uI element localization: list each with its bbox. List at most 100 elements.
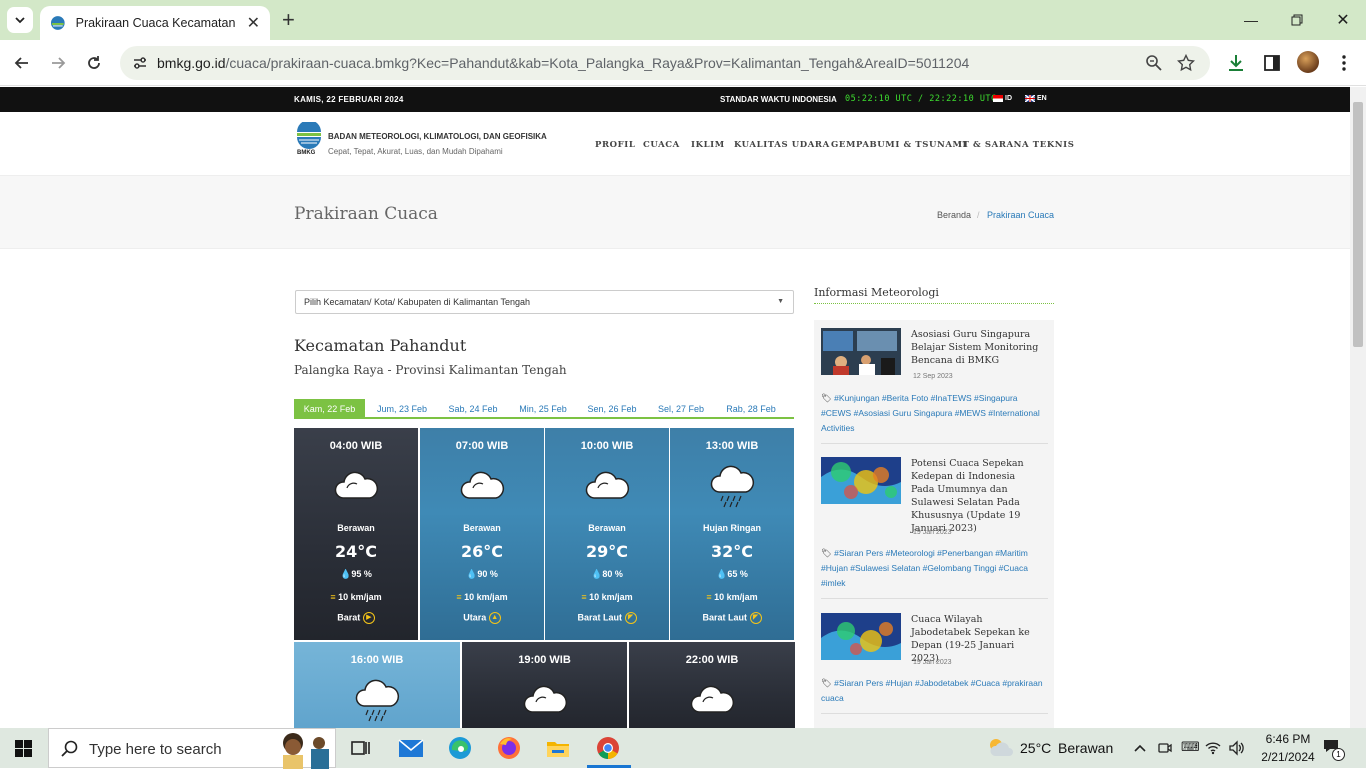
forecast-card[interactable]: 13:00 WIB Hujan Ringan 32°C 💧65 % ≡ 10 k…: [670, 428, 794, 640]
forecast-card[interactable]: 07:00 WIB Berawan 26°C 💧90 % ≡ 10 km/jam…: [420, 428, 544, 640]
arrow-right-icon: [52, 57, 66, 69]
news-thumbnail[interactable]: [821, 457, 901, 504]
profile-avatar[interactable]: [1297, 51, 1319, 73]
wind-value: 10 km/jam: [464, 592, 508, 602]
edge-browser-icon[interactable]: [446, 734, 474, 762]
forecast-card[interactable]: 19:00 WIB: [462, 642, 627, 728]
firefox-icon[interactable]: [495, 734, 523, 762]
url-text[interactable]: bmkg.go.id/cuaca/prakiraan-cuaca.bmkg?Ke…: [157, 55, 969, 71]
nav-it-sarana[interactable]: IT & SARANA TEKNIS: [958, 140, 1075, 150]
tab-day-4[interactable]: Sen, 26 Feb: [580, 399, 644, 419]
taskbar-date[interactable]: 2/21/2024: [1252, 750, 1324, 764]
wifi-icon[interactable]: [1205, 741, 1221, 755]
chrome-icon[interactable]: [594, 734, 622, 762]
page-scrollbar[interactable]: [1350, 87, 1366, 728]
tab-day-5[interactable]: Sel, 27 Feb: [649, 399, 713, 419]
meet-now-icon[interactable]: [1157, 740, 1173, 756]
nav-profil[interactable]: PROFIL: [595, 140, 635, 150]
compass-west-icon: ▶: [362, 612, 375, 624]
input-method-icon[interactable]: ⌨: [1181, 739, 1200, 755]
wind-value: 10 km/jam: [714, 592, 758, 602]
news-divider: [821, 443, 1048, 444]
news-tags-text: #Siaran Pers #Hujan #Jabodetabek #Cuaca …: [821, 678, 1043, 703]
nav-iklim[interactable]: IKLIM: [691, 140, 725, 150]
tab-day-0[interactable]: Kam, 22 Feb: [294, 399, 365, 419]
close-window-button[interactable]: ✕: [1320, 0, 1366, 40]
forecast-humidity: 💧95 %: [294, 569, 418, 580]
forward-button[interactable]: [46, 51, 70, 75]
tab-day-1[interactable]: Jum, 23 Feb: [369, 399, 435, 419]
nav-kualitas-udara[interactable]: KUALITAS UDARA: [734, 140, 830, 150]
forecast-humidity: 💧80 %: [545, 569, 669, 580]
browser-tab-active[interactable]: Prakiraan Cuaca Kecamatan Pahandut ✕: [40, 6, 270, 40]
tab-day-6[interactable]: Rab, 28 Feb: [718, 399, 784, 419]
file-explorer-icon[interactable]: [544, 734, 572, 762]
minimize-button[interactable]: —: [1228, 0, 1274, 40]
lang-id-link[interactable]: ID: [993, 95, 1012, 102]
news-tags[interactable]: 🏷 #Siaran Pers #Meteorologi #Penerbangan…: [821, 546, 1043, 591]
bookmark-star-icon[interactable]: [1177, 54, 1195, 72]
notification-center-button[interactable]: 1: [1322, 738, 1345, 761]
kecamatan-select[interactable]: Pilih Kecamatan/ Kota/ Kabupaten di Kali…: [295, 290, 794, 314]
reload-button[interactable]: [82, 51, 106, 75]
chevron-up-icon[interactable]: [1133, 742, 1147, 754]
news-thumbnail[interactable]: [821, 328, 901, 375]
url-path: /cuaca/prakiraan-cuaca.bmkg?Kec=Pahandut…: [225, 55, 970, 71]
tag-icon: 🏷: [821, 548, 832, 558]
news-title[interactable]: Potensi Cuaca Sepekan Kedepan di Indones…: [911, 457, 1041, 535]
current-date: KAMIS, 22 FEBRUARI 2024: [294, 95, 404, 104]
wind-icon: ≡: [456, 592, 462, 602]
news-date: 19 Jan 2023: [913, 659, 952, 666]
partly-cloudy-icon[interactable]: [986, 736, 1014, 760]
news-title[interactable]: Asosiasi Guru Singapura Belajar Sistem M…: [911, 328, 1041, 367]
forecast-card[interactable]: 10:00 WIB Berawan 29°C 💧80 % ≡ 10 km/jam…: [545, 428, 669, 640]
mail-icon[interactable]: [397, 734, 425, 762]
rain-cloud-icon: [355, 679, 400, 722]
address-bar[interactable]: bmkg.go.id/cuaca/prakiraan-cuaca.bmkg?Ke…: [120, 46, 1210, 80]
taskbar-search-box[interactable]: Type here to search: [48, 728, 336, 769]
taskbar-weather-temp[interactable]: 25°C: [1020, 740, 1051, 756]
volume-icon[interactable]: [1228, 740, 1246, 756]
zoom-icon[interactable]: [1145, 54, 1163, 72]
direction-value: Barat Laut: [577, 612, 622, 623]
new-tab-button[interactable]: +: [282, 8, 295, 32]
nav-gempabumi[interactable]: GEMPABUMI & TSUNAMI: [831, 140, 967, 150]
news-tags[interactable]: 🏷 #Siaran Pers #Hujan #Jabodetabek #Cuac…: [821, 676, 1043, 706]
tab-search-button[interactable]: [7, 7, 33, 33]
bmkg-favicon-icon: [50, 16, 65, 30]
taskbar-time[interactable]: 6:46 PM: [1258, 732, 1318, 746]
site-settings-icon[interactable]: [130, 53, 150, 73]
notification-count: 1: [1332, 748, 1345, 761]
breadcrumb-home[interactable]: Beranda: [937, 210, 971, 220]
compass-northwest-icon: ◤: [624, 612, 637, 624]
kebab-menu-icon[interactable]: [1334, 53, 1354, 73]
download-icon[interactable]: [1226, 53, 1246, 73]
forecast-card[interactable]: 16:00 WIB: [294, 642, 460, 728]
windows-start-icon[interactable]: [15, 740, 32, 757]
forecast-card[interactable]: 04:00 WIB Berawan 24°C 💧95 % ≡ 10 km/jam…: [294, 428, 418, 640]
side-panel-icon[interactable]: [1262, 53, 1282, 73]
back-button[interactable]: [10, 51, 34, 75]
forecast-time: 19:00 WIB: [518, 654, 571, 666]
forecast-temp: 24°C: [334, 542, 377, 561]
news-tags[interactable]: 🏷 #Kunjungan #Berita Foto #InaTEWS #Sing…: [821, 391, 1043, 436]
news-title[interactable]: Cuaca Wilayah Jabodetabek Sepekan ke Dep…: [911, 613, 1041, 665]
tagline: Cepat, Tepat, Akurat, Luas, dan Mudah Di…: [328, 147, 503, 156]
web-page: KAMIS, 22 FEBRUARI 2024 STANDAR WAKTU IN…: [0, 87, 1350, 728]
task-view-icon[interactable]: [346, 734, 374, 762]
tab-day-3[interactable]: Min, 25 Feb: [511, 399, 575, 419]
restore-button[interactable]: [1274, 0, 1320, 40]
scrollbar-thumb[interactable]: [1353, 102, 1363, 347]
nav-cuaca[interactable]: CUACA: [643, 140, 680, 150]
browser-tab-strip: Prakiraan Cuaca Kecamatan Pahandut ✕ + —…: [0, 0, 1366, 40]
tab-close-icon[interactable]: ✕: [247, 13, 260, 33]
taskbar-weather-desc[interactable]: Berawan: [1058, 740, 1113, 756]
location-name: Kecamatan Pahandut: [294, 336, 467, 355]
bmkg-logo[interactable]: BMKG: [295, 120, 323, 158]
forecast-card[interactable]: 22:00 WIB: [629, 642, 795, 728]
lang-en-link[interactable]: EN: [1025, 95, 1047, 102]
wind-icon: ≡: [581, 592, 587, 602]
news-thumbnail[interactable]: [821, 613, 901, 660]
tab-day-2[interactable]: Sab, 24 Feb: [441, 399, 505, 419]
tab-title: Prakiraan Cuaca Kecamatan Pahandut: [75, 16, 237, 30]
